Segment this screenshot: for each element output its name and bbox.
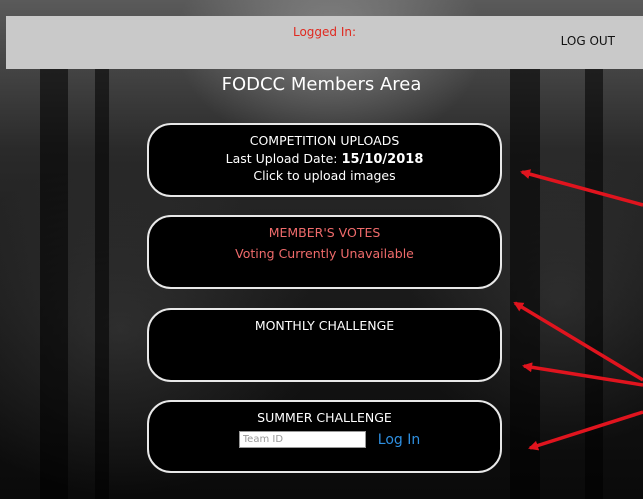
- last-upload-date: 15/10/2018: [341, 152, 424, 167]
- last-upload-line: Last Upload Date: 15/10/2018: [149, 151, 500, 167]
- monthly-challenge-card[interactable]: MONTHLY CHALLENGE: [147, 308, 502, 382]
- competition-uploads-title: COMPETITION UPLOADS: [249, 133, 400, 148]
- summer-challenge-card: SUMMER CHALLENGE Log In: [147, 400, 502, 473]
- page-title: FODCC Members Area: [221, 74, 422, 95]
- team-id-input[interactable]: [238, 431, 366, 448]
- login-link[interactable]: Log In: [378, 432, 420, 448]
- members-votes-card[interactable]: MEMBER'S VOTES Voting Currently Unavaila…: [147, 215, 502, 289]
- competition-uploads-card[interactable]: COMPETITION UPLOADS Last Upload Date: 15…: [147, 123, 502, 197]
- tree-trunk: [95, 60, 109, 499]
- top-bar: Logged In: LOG OUT: [6, 16, 643, 69]
- summer-challenge-title: SUMMER CHALLENGE: [257, 410, 392, 425]
- members-votes-title: MEMBER'S VOTES: [268, 225, 381, 240]
- tree-trunk: [510, 60, 540, 499]
- voting-status: Voting Currently Unavailable: [235, 246, 414, 261]
- tree-trunk: [40, 60, 68, 499]
- monthly-challenge-title: MONTHLY CHALLENGE: [254, 318, 395, 333]
- team-login-row: Log In: [159, 431, 500, 448]
- logged-in-label: Logged In:: [292, 25, 357, 39]
- last-upload-label: Last Upload Date:: [225, 151, 338, 166]
- upload-prompt: Click to upload images: [253, 168, 396, 183]
- tree-trunk: [585, 60, 603, 499]
- logout-button[interactable]: LOG OUT: [561, 34, 615, 48]
